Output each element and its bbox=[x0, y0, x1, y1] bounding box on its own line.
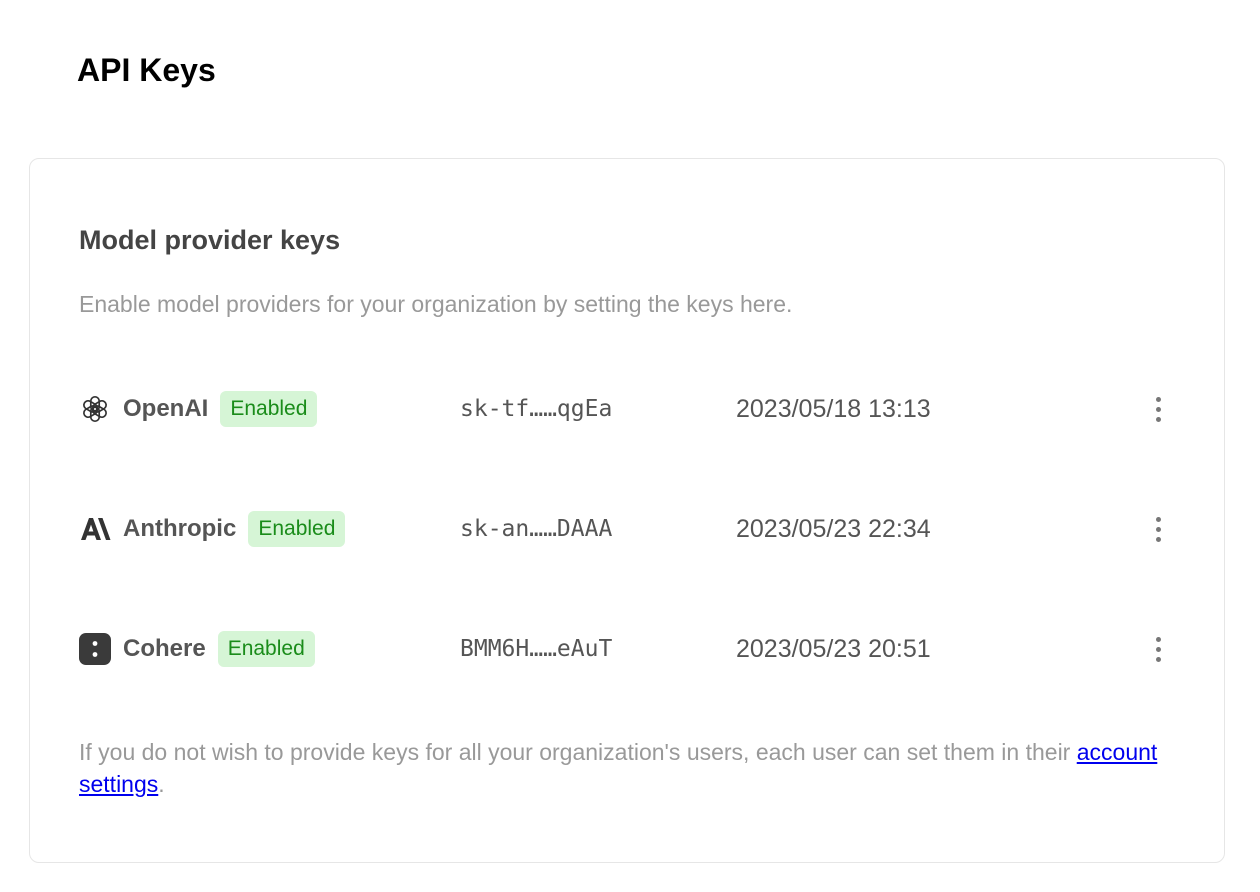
api-key-value: sk-an……DAAA bbox=[460, 516, 613, 542]
kebab-menu-icon bbox=[1155, 636, 1161, 642]
more-options-button[interactable] bbox=[1138, 509, 1178, 549]
key-timestamp: 2023/05/18 13:13 bbox=[736, 395, 931, 423]
status-badge: Enabled bbox=[217, 631, 315, 667]
provider-cell: Anthropic Enabled bbox=[79, 505, 346, 553]
kebab-menu-dot bbox=[1155, 646, 1161, 652]
kebab-menu-dot bbox=[1155, 416, 1161, 422]
status-badge: Enabled bbox=[248, 511, 346, 547]
provider-cell: Cohere Enabled bbox=[79, 625, 315, 673]
provider-name: Anthropic bbox=[123, 515, 237, 542]
kebab-menu-dot bbox=[1155, 536, 1161, 542]
provider-name: Cohere bbox=[123, 635, 206, 662]
kebab-menu-dot bbox=[1155, 526, 1161, 532]
footer-period: . bbox=[158, 771, 165, 797]
provider-row-openai: OpenAI Enabled sk-tf……qgEa 2023/05/18 13… bbox=[79, 385, 1169, 433]
provider-row-cohere: Cohere Enabled BMM6H……eAuT 2023/05/23 20… bbox=[79, 625, 1169, 673]
cohere-logo-icon bbox=[79, 633, 111, 665]
provider-row-anthropic: Anthropic Enabled sk-an……DAAA 2023/05/23… bbox=[79, 505, 1169, 553]
section-title: Model provider keys bbox=[79, 225, 341, 255]
kebab-menu-dot bbox=[1155, 406, 1161, 412]
openai-logo-icon bbox=[79, 393, 111, 425]
kebab-menu-dot bbox=[1155, 656, 1161, 662]
key-timestamp: 2023/05/23 22:34 bbox=[736, 515, 931, 543]
kebab-menu-icon bbox=[1155, 516, 1161, 522]
kebab-menu-icon bbox=[1155, 396, 1161, 402]
more-options-button[interactable] bbox=[1138, 629, 1178, 669]
footer-note: If you do not wish to provide keys for a… bbox=[79, 736, 1159, 800]
provider-name: OpenAI bbox=[123, 395, 209, 422]
more-options-button[interactable] bbox=[1138, 389, 1178, 429]
key-timestamp: 2023/05/23 20:51 bbox=[736, 635, 931, 663]
provider-keys-card: Model provider keys Enable model provide… bbox=[29, 158, 1225, 863]
api-key-value: sk-tf……qgEa bbox=[460, 396, 613, 422]
section-description: Enable model providers for your organiza… bbox=[79, 291, 793, 317]
footer-text: If you do not wish to provide keys for a… bbox=[79, 739, 1077, 765]
api-key-value: BMM6H……eAuT bbox=[460, 636, 613, 662]
page-title: API Keys bbox=[77, 52, 216, 88]
status-badge: Enabled bbox=[220, 391, 318, 427]
anthropic-logo-icon bbox=[79, 513, 111, 545]
provider-cell: OpenAI Enabled bbox=[79, 385, 318, 433]
